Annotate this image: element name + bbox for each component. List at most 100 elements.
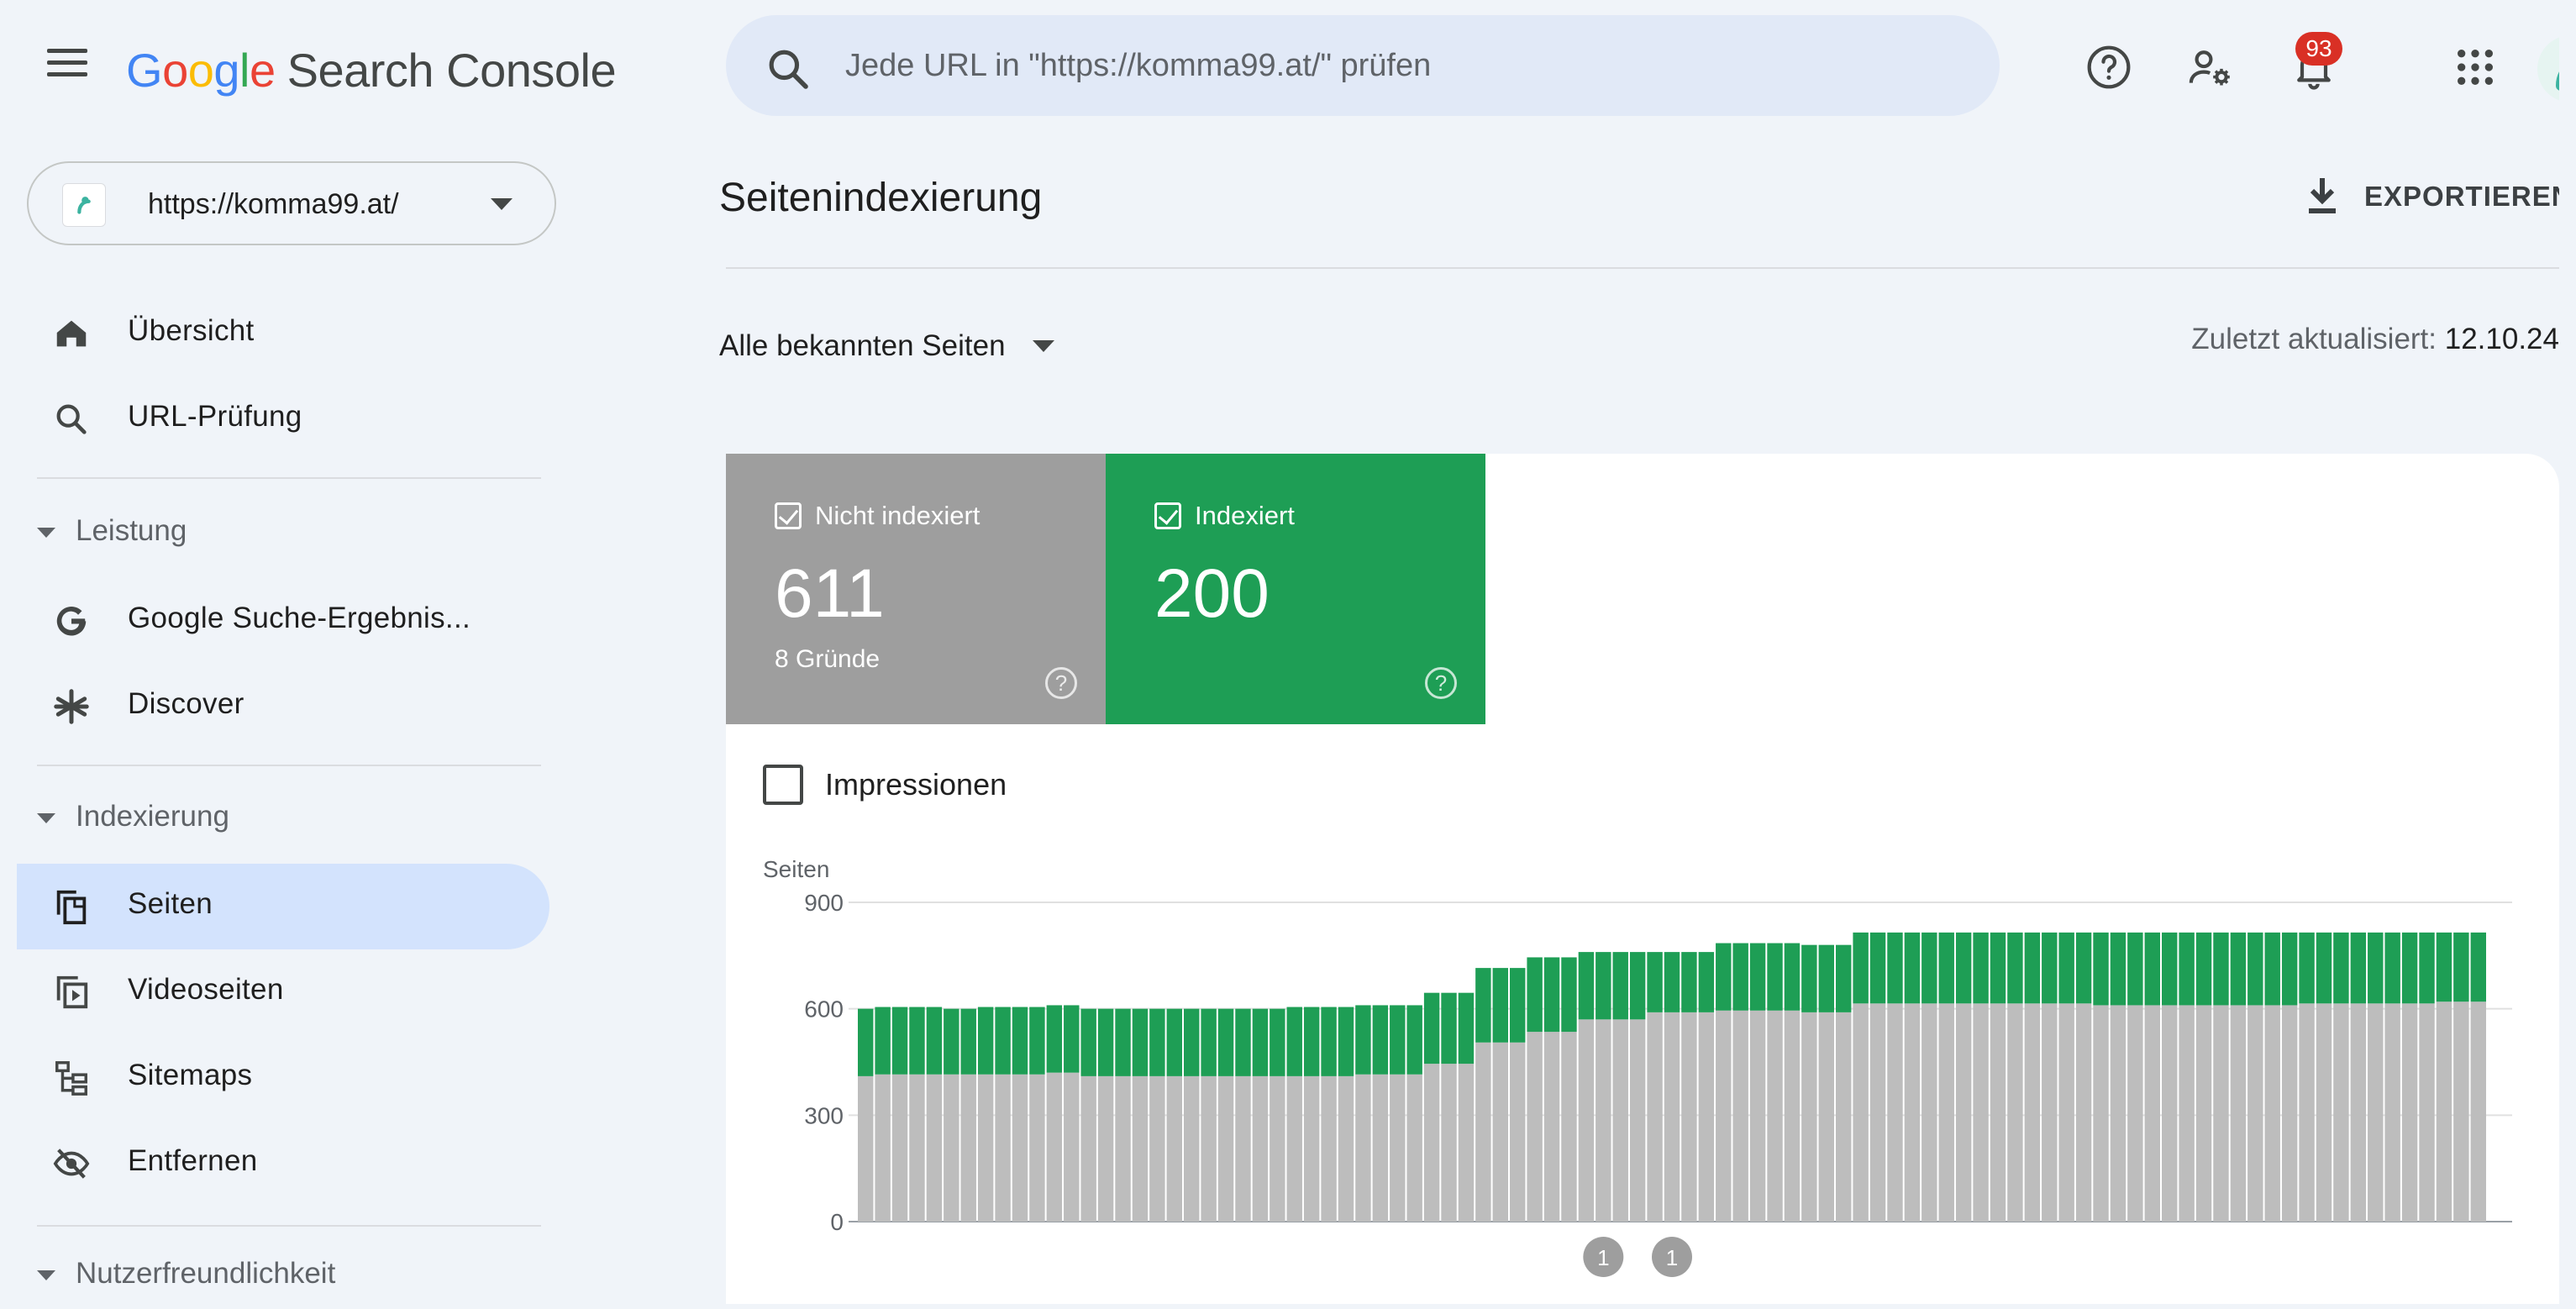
property-selector[interactable]: https://komma99.at/ bbox=[27, 161, 556, 245]
help-icon[interactable]: ? bbox=[1425, 667, 1457, 699]
sidebar-item-label: Entfernen bbox=[128, 1144, 258, 1177]
bar-indexed bbox=[2436, 932, 2452, 1002]
bar-not-indexed bbox=[1990, 1003, 2006, 1222]
checkbox-checked-icon[interactable] bbox=[1154, 502, 1181, 529]
bar-indexed bbox=[1647, 952, 1663, 1012]
chevron-down-icon bbox=[37, 813, 55, 823]
bar-not-indexed bbox=[2075, 1003, 2092, 1222]
search-icon[interactable] bbox=[765, 45, 812, 92]
last-updated-label: Zuletzt aktualisiert: bbox=[2191, 323, 2437, 355]
bar-not-indexed bbox=[1012, 1074, 1028, 1222]
impressions-toggle[interactable]: Impressionen bbox=[763, 765, 1007, 805]
bar-not-indexed bbox=[977, 1074, 994, 1222]
sidebar-section-label: Nutzerfreundlichkeit bbox=[76, 1257, 336, 1290]
bar-not-indexed bbox=[1596, 1019, 1611, 1222]
sidebar-item-label: Google Suche-Ergebnis... bbox=[128, 602, 471, 634]
filter-label: Alle bekannten Seiten bbox=[719, 329, 1006, 362]
sidebar-item-url-inspection[interactable]: URL-Prüfung bbox=[17, 376, 549, 462]
bar-not-indexed bbox=[926, 1074, 943, 1222]
url-inspection-search[interactable] bbox=[726, 15, 2000, 116]
bar-indexed bbox=[2333, 932, 2349, 1004]
chevron-down-icon bbox=[37, 528, 55, 538]
bar-indexed bbox=[1303, 1007, 1320, 1076]
bar-indexed bbox=[2316, 932, 2332, 1004]
bar-indexed bbox=[1578, 952, 1595, 1020]
eye-off-icon bbox=[53, 1149, 90, 1179]
help-icon[interactable] bbox=[2085, 44, 2132, 91]
url-inspection-input[interactable] bbox=[845, 32, 1937, 99]
bar-not-indexed bbox=[1441, 1064, 1457, 1222]
menu-icon-bar bbox=[47, 60, 87, 65]
bar-indexed bbox=[1527, 957, 1543, 1033]
bar-not-indexed bbox=[2453, 1001, 2469, 1222]
bar-indexed bbox=[1270, 1008, 1285, 1076]
checkbox-unchecked-icon[interactable] bbox=[763, 765, 803, 805]
tile-header: Indexiert bbox=[1154, 501, 1295, 531]
sidebar-item-sitemaps[interactable]: Sitemaps bbox=[17, 1035, 549, 1121]
bar-not-indexed bbox=[995, 1074, 1011, 1222]
sidebar-item-label: Discover bbox=[128, 687, 244, 720]
user-settings-icon[interactable] bbox=[2186, 44, 2233, 91]
bar-not-indexed bbox=[1543, 1032, 1560, 1222]
bar-indexed bbox=[1201, 1008, 1217, 1076]
bar-not-indexed bbox=[2007, 1003, 2023, 1222]
help-icon[interactable]: ? bbox=[1045, 667, 1077, 699]
checkbox-checked-icon[interactable] bbox=[775, 502, 802, 529]
bar-not-indexed bbox=[2162, 1005, 2178, 1222]
sidebar-item-overview[interactable]: Übersicht bbox=[17, 291, 549, 376]
bar-not-indexed bbox=[1201, 1075, 1217, 1222]
bar-indexed bbox=[1184, 1008, 1200, 1076]
sidebar-item-pages[interactable]: Seiten bbox=[17, 864, 549, 949]
bar-not-indexed bbox=[1578, 1019, 1595, 1222]
tile-label: Indexiert bbox=[1195, 501, 1295, 530]
bar-indexed bbox=[1012, 1007, 1028, 1075]
not-indexed-tile[interactable]: Nicht indexiert 611 8 Gründe ? bbox=[726, 454, 1106, 724]
bar-indexed bbox=[1887, 932, 1903, 1004]
bar-not-indexed bbox=[1064, 1072, 1080, 1222]
sidebar-item-video-pages[interactable]: Videoseiten bbox=[17, 949, 549, 1035]
bar-indexed bbox=[2419, 932, 2435, 1004]
bar-indexed bbox=[1355, 1005, 1371, 1075]
bar-not-indexed bbox=[1149, 1075, 1165, 1222]
home-icon bbox=[56, 320, 87, 347]
header-divider bbox=[726, 267, 2559, 269]
bar-indexed bbox=[1543, 957, 1560, 1033]
bar-indexed bbox=[1801, 944, 1817, 1012]
bar-not-indexed bbox=[1184, 1075, 1200, 1222]
page-filter-dropdown[interactable]: Alle bekannten Seiten bbox=[719, 321, 1054, 371]
bar-not-indexed bbox=[1749, 1010, 1766, 1222]
logo-letter: G bbox=[126, 43, 163, 97]
bar-indexed bbox=[1561, 957, 1577, 1033]
bar-not-indexed bbox=[2127, 1005, 2143, 1222]
bar-not-indexed bbox=[1664, 1012, 1680, 1222]
indexed-tile[interactable]: Indexiert 200 ? bbox=[1106, 454, 1485, 724]
bar-not-indexed bbox=[1372, 1074, 1389, 1222]
bar-indexed bbox=[1836, 944, 1852, 1012]
bar-indexed bbox=[2470, 932, 2486, 1002]
bar-indexed bbox=[2264, 932, 2280, 1006]
bar-indexed bbox=[1252, 1008, 1269, 1076]
search-console-logo[interactable]: Google Search Console bbox=[126, 40, 617, 99]
sidebar-item-google-search-results[interactable]: Google Suche-Ergebnis... bbox=[17, 578, 549, 664]
bar-not-indexed bbox=[2384, 1003, 2400, 1222]
apps-grid-icon[interactable] bbox=[2452, 44, 2499, 91]
bar-indexed bbox=[977, 1007, 994, 1075]
bar-indexed bbox=[1596, 952, 1611, 1020]
sidebar-item-removals[interactable]: Entfernen bbox=[17, 1121, 549, 1206]
impressions-label: Impressionen bbox=[825, 767, 1007, 802]
menu-icon-bar bbox=[47, 72, 87, 76]
last-updated-date: 12.10.24 bbox=[2444, 323, 2559, 355]
bar-indexed bbox=[1321, 1007, 1337, 1076]
bar-not-indexed bbox=[1423, 1064, 1440, 1222]
main-menu-button[interactable] bbox=[47, 49, 87, 82]
bar-not-indexed bbox=[1097, 1075, 1114, 1222]
bar-not-indexed bbox=[1818, 1012, 1834, 1222]
sidebar-item-discover[interactable]: Discover bbox=[17, 664, 549, 749]
bar-indexed bbox=[891, 1007, 908, 1075]
export-button[interactable]: EXPORTIEREN bbox=[2302, 171, 2559, 222]
product-name: Search Console bbox=[287, 43, 617, 97]
chevron-down-icon bbox=[37, 1270, 55, 1280]
bar-indexed bbox=[1749, 943, 1766, 1011]
bar-indexed bbox=[1338, 1007, 1354, 1076]
account-avatar[interactable] bbox=[2537, 35, 2559, 103]
